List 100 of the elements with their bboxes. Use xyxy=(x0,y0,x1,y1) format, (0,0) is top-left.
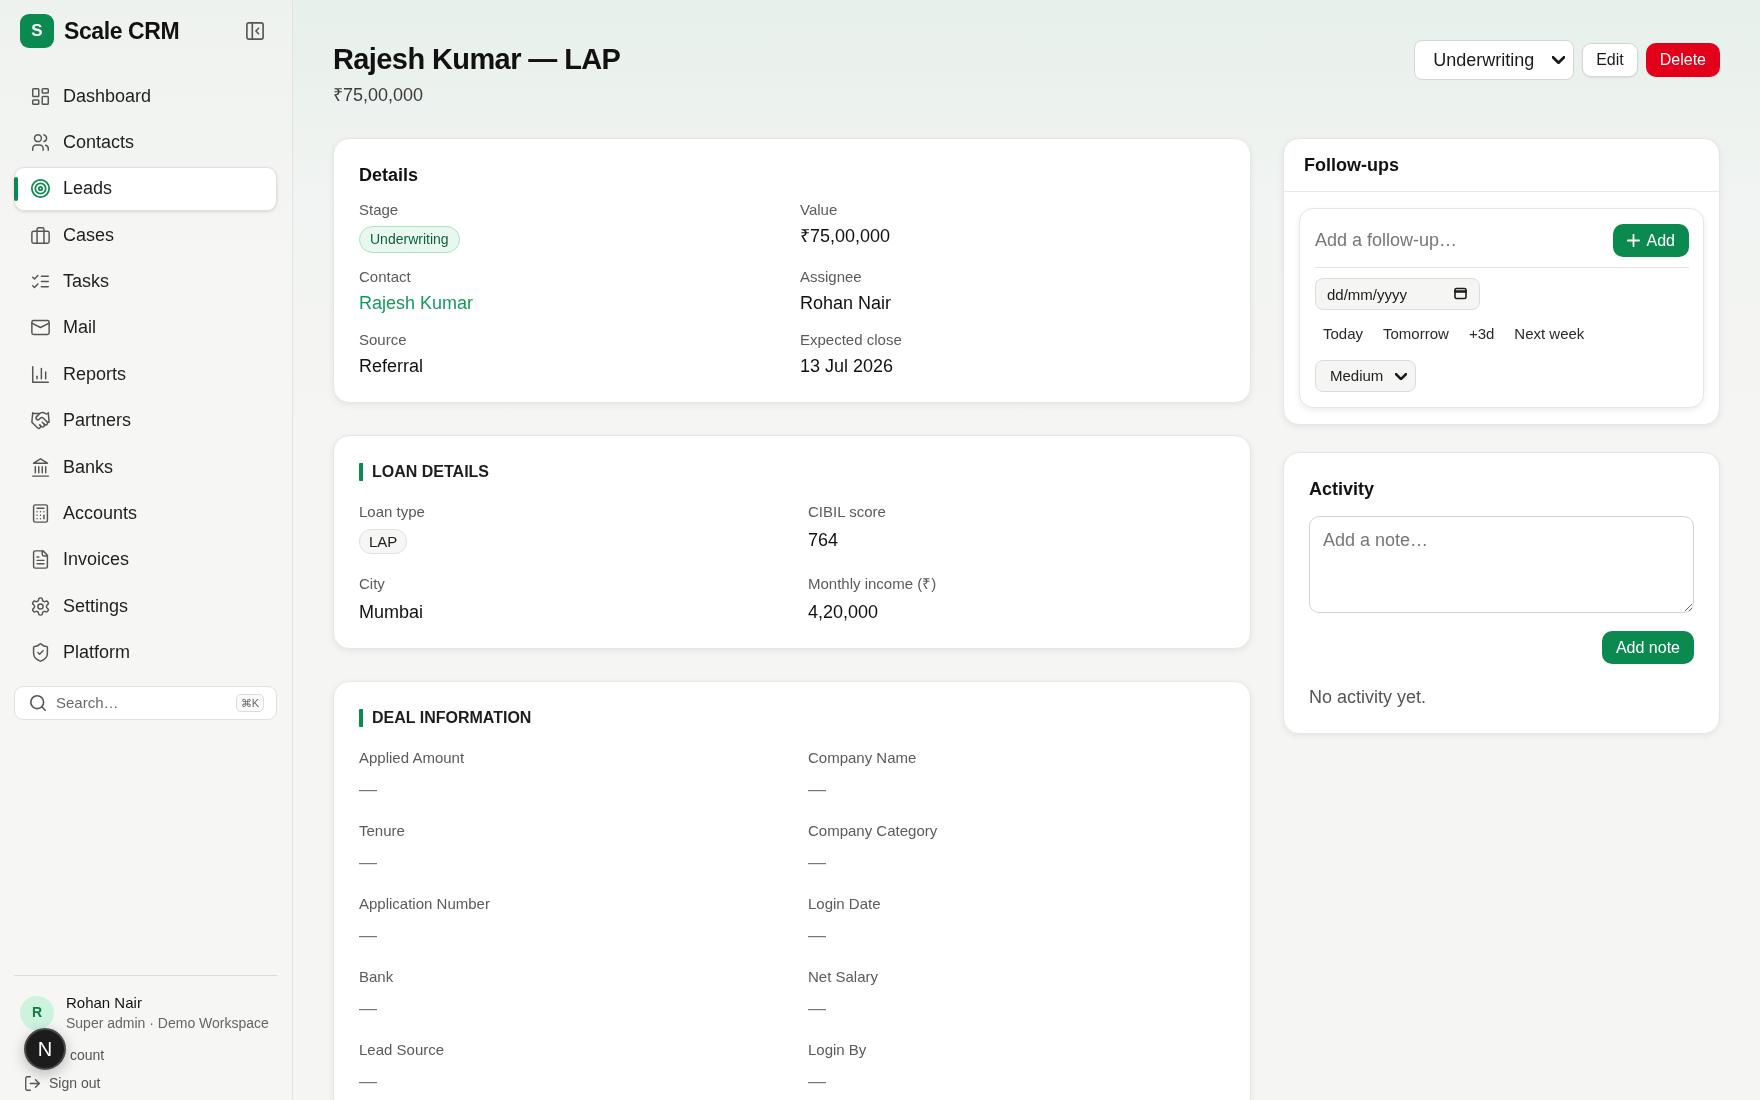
priority-select[interactable]: Medium xyxy=(1315,360,1416,392)
field-label: Loan type xyxy=(359,502,426,522)
nav-item[interactable]: Partners xyxy=(14,398,277,443)
users-icon xyxy=(31,132,50,152)
empty-value: — xyxy=(359,997,378,1020)
empty-value: — xyxy=(808,924,827,947)
nav-item[interactable]: Platform xyxy=(14,630,277,675)
account-link[interactable]: count xyxy=(70,1044,105,1066)
field-label: Value xyxy=(800,200,839,220)
nav-item[interactable]: Leads xyxy=(14,166,277,211)
field-label: Company Category xyxy=(808,821,939,841)
nav-item[interactable]: Banks xyxy=(14,445,277,490)
quick-date-button[interactable]: Tomorrow xyxy=(1375,320,1457,348)
section-title: LOAN DETAILS xyxy=(359,463,490,481)
field-label: Login Date xyxy=(808,894,882,914)
card-title: Details xyxy=(359,164,420,187)
mail-icon xyxy=(31,318,50,338)
document-icon xyxy=(31,550,50,570)
field-value: 13 Jul 2026 xyxy=(800,355,895,378)
page-title: Rajesh Kumar — LAP xyxy=(333,42,621,77)
empty-value: — xyxy=(359,924,378,947)
nav-item[interactable]: Tasks xyxy=(14,259,277,304)
section-title: DEAL INFORMATION xyxy=(359,709,532,727)
field-label: City xyxy=(359,574,386,594)
field-label: CIBIL score xyxy=(808,502,887,522)
field-value: Mumbai xyxy=(359,601,425,624)
nav-item[interactable]: Accounts xyxy=(14,491,277,536)
loan-type-tag: LAP xyxy=(359,529,408,554)
quick-date-button[interactable]: Next week xyxy=(1506,320,1593,348)
app-logo: S xyxy=(20,14,54,48)
stage-select[interactable]: Underwriting xyxy=(1414,40,1575,80)
empty-activity-text: No activity yet. xyxy=(1309,686,1428,709)
nav-item[interactable]: Settings xyxy=(14,584,277,629)
nav-item[interactable]: Reports xyxy=(14,352,277,397)
user-role: Super admin · Demo Workspace xyxy=(66,1014,269,1032)
calendar-icon xyxy=(1454,287,1467,300)
edit-button[interactable]: Edit xyxy=(1582,43,1638,77)
chevron-down-icon xyxy=(1552,56,1566,64)
dev-tools-button[interactable]: N xyxy=(24,1028,66,1070)
empty-value: — xyxy=(808,778,827,801)
field-value: 4,20,000 xyxy=(808,601,880,624)
field-label: Source xyxy=(359,330,408,350)
field-label: Company Name xyxy=(808,748,918,768)
chevron-down-icon xyxy=(1395,372,1407,380)
empty-value: — xyxy=(808,851,827,874)
empty-value: — xyxy=(808,1070,827,1093)
field-value: Referral xyxy=(359,355,425,378)
sign-out-icon xyxy=(25,1075,40,1091)
settings-icon xyxy=(31,596,50,616)
field-label: Net Salary xyxy=(808,967,880,987)
field-label: Expected close xyxy=(800,330,903,350)
add-note-button[interactable]: Add note xyxy=(1601,631,1694,664)
handshake-icon xyxy=(31,411,50,431)
note-field[interactable]: Add a note… xyxy=(1309,516,1694,613)
field-label: Stage xyxy=(359,200,400,220)
field-label: Application Number xyxy=(359,894,491,914)
stage-badge: Underwriting xyxy=(359,226,460,253)
plus-icon xyxy=(1626,234,1640,247)
deal-amount: ₹75,00,000 xyxy=(333,84,425,106)
bar-chart-icon xyxy=(31,364,50,384)
user-name: Rohan Nair xyxy=(66,993,143,1012)
delete-button[interactable]: Delete xyxy=(1645,43,1720,77)
date-field[interactable]: dd/mm/yyyy xyxy=(1315,278,1480,310)
empty-value: — xyxy=(359,1070,378,1093)
nav-item[interactable]: Mail xyxy=(14,305,277,350)
empty-value: — xyxy=(359,778,378,801)
nav-item[interactable]: Invoices xyxy=(14,537,277,582)
shield-check-icon xyxy=(31,643,50,663)
empty-value: — xyxy=(359,851,378,874)
search-icon xyxy=(30,694,46,711)
nav-item[interactable]: Dashboard xyxy=(14,74,277,118)
field-label: Login By xyxy=(808,1040,868,1060)
field-label: Monthly income (₹) xyxy=(808,574,938,594)
field-value: ₹75,00,000 xyxy=(800,225,892,248)
follow-up-input[interactable]: Add a follow-up… xyxy=(1315,226,1603,255)
target-icon xyxy=(31,179,50,199)
nav-item[interactable]: Cases xyxy=(14,213,277,258)
field-label: Tenure xyxy=(359,821,406,841)
card-title: Follow-ups xyxy=(1304,154,1399,177)
app-name: Scale CRM xyxy=(64,16,180,46)
calculator-icon xyxy=(31,504,50,523)
field-label: Applied Amount xyxy=(359,748,466,768)
bank-icon xyxy=(31,457,50,477)
quick-date-button[interactable]: Today xyxy=(1315,320,1372,348)
field-value: 764 xyxy=(808,529,840,552)
empty-value: — xyxy=(808,997,827,1020)
card-title: Activity xyxy=(1309,478,1376,501)
field-label: Lead Source xyxy=(359,1040,446,1060)
add-follow-up-button[interactable]: Add xyxy=(1612,224,1689,257)
field-label: Contact xyxy=(359,267,412,287)
nav-item[interactable]: Contacts xyxy=(14,120,277,165)
field-value: Rohan Nair xyxy=(800,292,893,315)
sign-out-link[interactable]: Sign out xyxy=(49,1072,101,1094)
briefcase-icon xyxy=(31,225,50,245)
sidebar-toggle-icon[interactable] xyxy=(246,22,264,40)
grid-icon xyxy=(31,86,50,106)
field-label: Bank xyxy=(359,967,395,987)
quick-date-button[interactable]: +3d xyxy=(1460,320,1503,348)
field-label: Assignee xyxy=(800,267,863,287)
contact-link[interactable]: Rajesh Kumar xyxy=(359,291,474,315)
